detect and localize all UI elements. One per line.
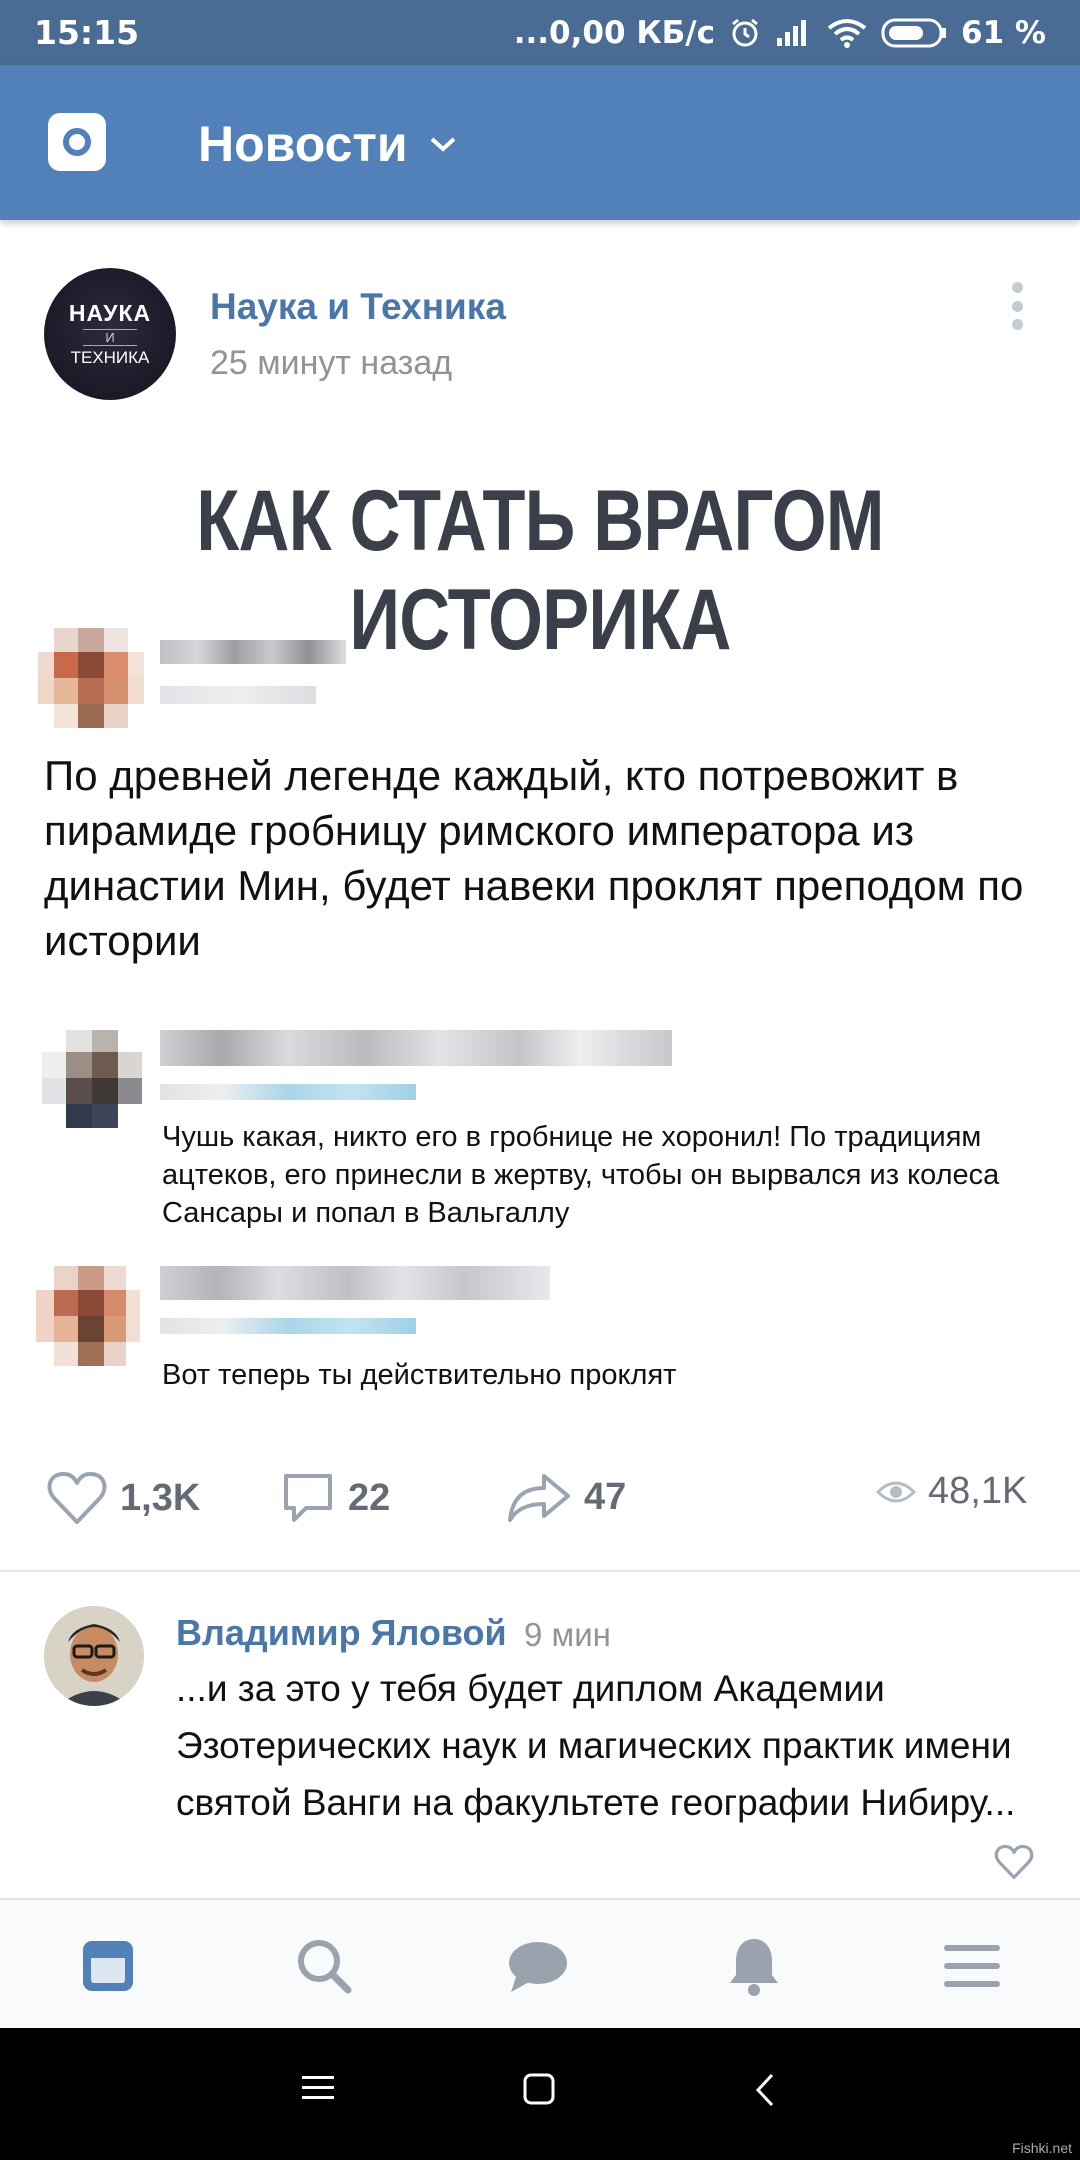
- views: 48,1K: [876, 1470, 1027, 1513]
- back-button[interactable]: [752, 2072, 778, 2113]
- nav-notifications[interactable]: [722, 1934, 786, 1998]
- watermark: Fishki.net: [1012, 2140, 1072, 2156]
- blurred-avatar: [42, 1030, 142, 1130]
- meme-comment-2: Вот теперь ты действительно проклят: [162, 1359, 677, 1391]
- heart-icon: [994, 1844, 1034, 1880]
- status-bar: 15:15 ...0,00 КБ/с 61 %: [0, 0, 1080, 65]
- views-count: 48,1K: [928, 1470, 1028, 1512]
- commenter-name[interactable]: Владимир Яловой: [176, 1612, 507, 1654]
- comment-icon: [284, 1474, 332, 1522]
- status-indicators: ...0,00 КБ/с 61 %: [514, 15, 1046, 51]
- menu-icon: [302, 2076, 334, 2099]
- nav-menu[interactable]: [940, 1934, 1004, 1998]
- battery-icon: [881, 18, 946, 47]
- blurred-name: [160, 1030, 672, 1066]
- meme-main-text: По древней легенде каждый, кто потревожи…: [44, 752, 1024, 964]
- chevron-down-icon: [430, 137, 456, 152]
- meme-comment-1: Чушь какая, никто его в гробнице не хоро…: [162, 1121, 1000, 1229]
- avatar-logo-line2: И: [83, 329, 137, 346]
- home-square-icon: [523, 2073, 555, 2105]
- news-icon: [83, 1941, 133, 1991]
- feed-selector[interactable]: Новости: [198, 115, 458, 173]
- camera-icon[interactable]: [48, 113, 106, 171]
- community-avatar[interactable]: НАУКА И ТЕХНИКА: [44, 268, 176, 400]
- heart-icon: [47, 1472, 107, 1524]
- avatar-logo-line3: ТЕХНИКА: [70, 348, 150, 367]
- notifications-icon: [730, 1939, 778, 1996]
- blurred-avatar: [36, 1266, 140, 1370]
- system-nav-bar: Fishki.net: [0, 2028, 1080, 2160]
- more-options-icon[interactable]: [1010, 282, 1024, 330]
- blurred-name: [160, 640, 346, 664]
- share-button[interactable]: 47: [506, 1470, 626, 1524]
- avatar-logo-line1: НАУКА: [68, 300, 152, 326]
- nav-search[interactable]: [292, 1934, 356, 1998]
- comment-text: ...и за это у тебя будет диплом Академии…: [176, 1668, 1016, 1823]
- blurred-date: [160, 1084, 416, 1100]
- network-speed: ...0,00 КБ/с: [513, 14, 715, 51]
- post-author[interactable]: Наука и Техника: [210, 286, 506, 328]
- nav-messages[interactable]: [506, 1934, 570, 1998]
- blurred-avatar: [38, 628, 144, 734]
- like-button[interactable]: 1,3K: [46, 1470, 200, 1526]
- wifi-icon: [827, 18, 867, 48]
- comment-button[interactable]: 22: [280, 1470, 390, 1526]
- comment-like-button[interactable]: [994, 1844, 1034, 1885]
- status-time: 15:15: [34, 13, 140, 52]
- page-title: Новости: [198, 116, 408, 172]
- battery-level: 61 %: [961, 14, 1046, 51]
- messages-icon: [509, 1942, 567, 1992]
- alarm-icon: [732, 18, 758, 46]
- post-time: 25 минут назад: [210, 344, 453, 382]
- back-arrow-icon: [755, 2073, 774, 2107]
- menu-icon: [944, 1945, 1000, 1987]
- blurred-date: [160, 686, 316, 704]
- share-icon: [508, 1474, 570, 1522]
- bottom-nav: [0, 1898, 1080, 2028]
- comments-count: 22: [348, 1476, 391, 1519]
- shares-count: 47: [584, 1475, 627, 1518]
- home-button[interactable]: [522, 2072, 556, 2111]
- recent-apps-button[interactable]: [300, 2072, 336, 2109]
- post-actions: 1,3K 22 47 48,1K: [0, 1470, 1080, 1540]
- comment-time: 9 мин: [524, 1616, 611, 1653]
- blurred-date: [160, 1318, 416, 1334]
- app-header: Новости: [0, 65, 1080, 220]
- nav-news[interactable]: [76, 1934, 140, 1998]
- eye-icon: [876, 1481, 916, 1502]
- likes-count: 1,3K: [120, 1476, 201, 1519]
- divider: [0, 1570, 1080, 1572]
- commenter-avatar[interactable]: [44, 1606, 144, 1706]
- signal-icon: [777, 19, 806, 46]
- blurred-name: [160, 1266, 550, 1300]
- search-icon: [298, 1940, 352, 1994]
